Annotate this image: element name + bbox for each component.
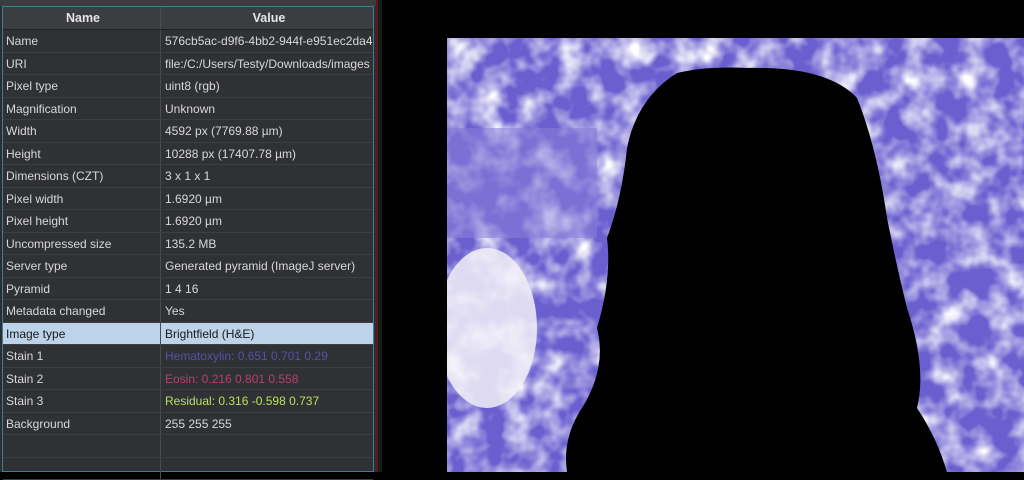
property-name: Pixel height [3, 210, 161, 232]
column-header-value[interactable]: Value [161, 7, 373, 29]
property-name: Stain 3 [3, 390, 161, 412]
property-value: Unknown [161, 98, 373, 120]
table-row[interactable]: Width4592 px (7769.88 µm) [3, 120, 373, 143]
property-value: 3 x 1 x 1 [161, 165, 373, 187]
property-name: URI [3, 53, 161, 75]
property-name: Width [3, 120, 161, 142]
property-name: Pixel width [3, 188, 161, 210]
property-value: Generated pyramid (ImageJ server) [161, 255, 373, 277]
property-name: Uncompressed size [3, 233, 161, 255]
column-header-name[interactable]: Name [3, 7, 161, 29]
property-value [161, 458, 373, 480]
table-row[interactable]: Pixel typeuint8 (rgb) [3, 75, 373, 98]
table-row[interactable]: Pyramid1 4 16 [3, 278, 373, 301]
property-name: Image type [3, 323, 161, 345]
property-value: 576cb5ac-d9f6-4bb2-944f-e951ec2da4... [161, 30, 373, 52]
property-value [161, 435, 373, 457]
property-name: Server type [3, 255, 161, 277]
property-name: Stain 1 [3, 345, 161, 367]
property-value: 1.6920 µm [161, 188, 373, 210]
property-value: 1.6920 µm [161, 210, 373, 232]
table-row[interactable]: Server typeGenerated pyramid (ImageJ ser… [3, 255, 373, 278]
properties-table: Name Value Name576cb5ac-d9f6-4bb2-944f-e… [2, 6, 374, 472]
property-value: 255 255 255 [161, 413, 373, 435]
property-value: Yes [161, 300, 373, 322]
property-name: Magnification [3, 98, 161, 120]
property-name: Stain 2 [3, 368, 161, 390]
property-value: Eosin: 0.216 0.801 0.558 [161, 368, 373, 390]
table-row[interactable]: Stain 1Hematoxylin: 0.651 0.701 0.29 [3, 345, 373, 368]
property-name: Background [3, 413, 161, 435]
table-row[interactable]: URIfile:/C:/Users/Testy/Downloads/images… [3, 53, 373, 76]
table-row[interactable]: Uncompressed size135.2 MB [3, 233, 373, 256]
image-viewer[interactable] [382, 0, 1024, 472]
property-value: uint8 (rgb) [161, 75, 373, 97]
property-value: 135.2 MB [161, 233, 373, 255]
image-properties-panel: Name Value Name576cb5ac-d9f6-4bb2-944f-e… [0, 0, 376, 472]
table-row[interactable]: Stain 2Eosin: 0.216 0.801 0.558 [3, 368, 373, 391]
property-name: Pixel type [3, 75, 161, 97]
property-name: Metadata changed [3, 300, 161, 322]
table-row[interactable]: Stain 3Residual: 0.316 -0.598 0.737 [3, 390, 373, 413]
property-value: Residual: 0.316 -0.598 0.737 [161, 390, 373, 412]
property-name: Height [3, 143, 161, 165]
property-name: Name [3, 30, 161, 52]
property-value: 1 4 16 [161, 278, 373, 300]
property-value: Hematoxylin: 0.651 0.701 0.29 [161, 345, 373, 367]
property-name: Dimensions (CZT) [3, 165, 161, 187]
table-row[interactable]: Name576cb5ac-d9f6-4bb2-944f-e951ec2da4..… [3, 30, 373, 53]
histology-image [447, 38, 1024, 472]
table-row[interactable]: Metadata changedYes [3, 300, 373, 323]
property-value: Brightfield (H&E) [161, 323, 373, 345]
table-header: Name Value [3, 7, 373, 30]
property-name [3, 458, 161, 480]
table-row[interactable]: Dimensions (CZT)3 x 1 x 1 [3, 165, 373, 188]
property-name: Pyramid [3, 278, 161, 300]
property-name [3, 435, 161, 457]
table-row[interactable] [3, 435, 373, 458]
property-value: file:/C:/Users/Testy/Downloads/images ..… [161, 53, 373, 75]
table-row[interactable]: Height10288 px (17407.78 µm) [3, 143, 373, 166]
table-row[interactable]: Pixel width1.6920 µm [3, 188, 373, 211]
table-row[interactable]: Image typeBrightfield (H&E) [3, 323, 373, 346]
table-row[interactable]: Pixel height1.6920 µm [3, 210, 373, 233]
table-row[interactable] [3, 458, 373, 480]
property-value: 4592 px (7769.88 µm) [161, 120, 373, 142]
property-value: 10288 px (17407.78 µm) [161, 143, 373, 165]
table-row[interactable]: MagnificationUnknown [3, 98, 373, 121]
table-row[interactable]: Background255 255 255 [3, 413, 373, 436]
